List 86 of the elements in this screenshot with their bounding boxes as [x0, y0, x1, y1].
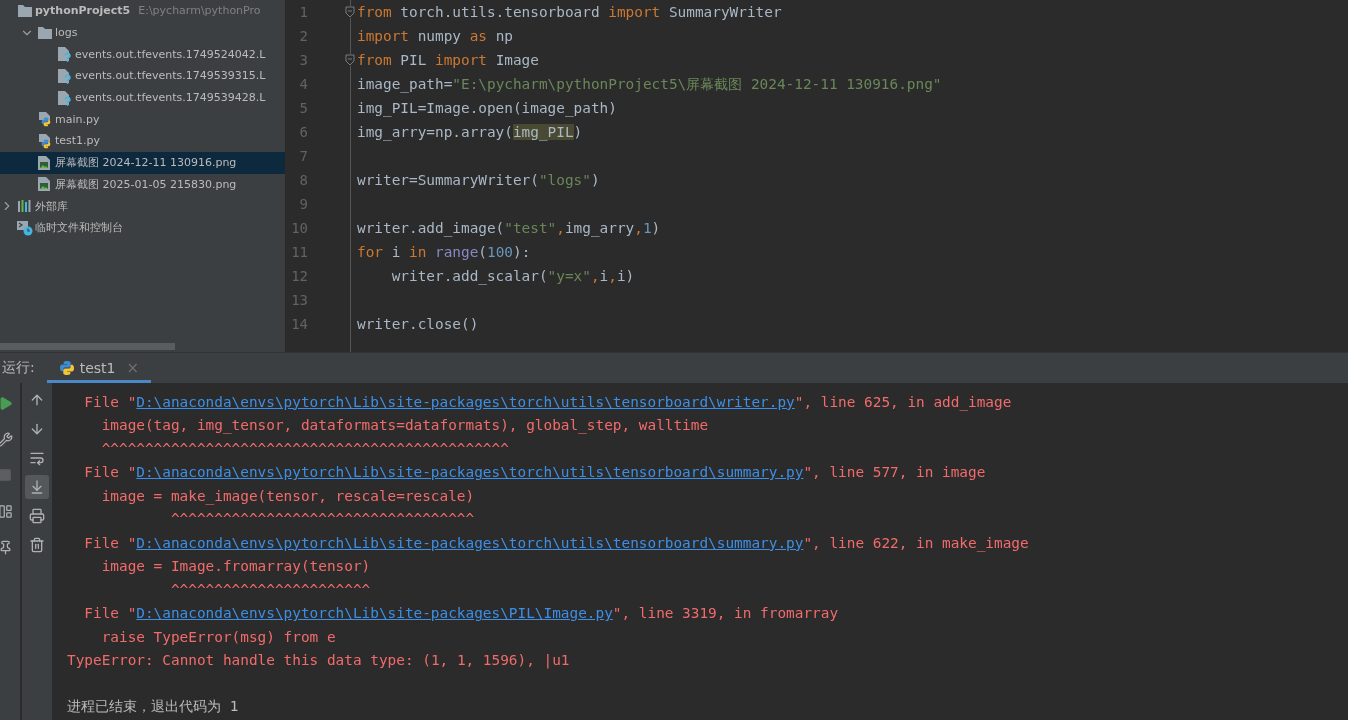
traceback-code: raise TypeError(msg) from e — [101, 628, 336, 645]
traceback-code: image = make_image(tensor, rescale=rescale) — [101, 487, 475, 504]
line-number: 10 — [290, 220, 308, 236]
traceback-text: File " — [84, 464, 137, 481]
tree-item[interactable]: test1.py — [0, 130, 285, 152]
code-line: writer.add_scalar("y=x",i,i) — [390, 268, 635, 284]
project-path: E:\pycharm\pythonPro — [138, 4, 261, 18]
traceback-code: image = Image.fromarray(tensor) — [101, 558, 371, 575]
traceback-text: File " — [84, 534, 137, 551]
arrow-down-icon — [29, 421, 45, 437]
print-icon — [29, 508, 45, 524]
traceback-text: File " — [84, 605, 137, 622]
code-line: import numpy as np — [357, 28, 513, 44]
line-number: 12 — [290, 268, 308, 284]
fold-icon[interactable] — [345, 54, 355, 66]
code-line: from torch.utils.tensorboard import SummaryWriter — [357, 4, 782, 20]
run-panel-label: 运行: — [2, 358, 35, 377]
tree-item[interactable]: 外部库 — [0, 195, 285, 217]
scroll-to-end-icon — [29, 479, 45, 495]
line-number: 8 — [298, 172, 308, 188]
pin-icon — [0, 539, 13, 555]
unknown-file-icon — [57, 46, 72, 63]
file-link[interactable]: D:\anaconda\envs\pytorch\Lib\site-packages\PIL\Image.py — [136, 605, 613, 622]
traceback-code: image(tag, img_tensor, dataformats=dataformats), global_step, walltime — [101, 417, 709, 434]
run-icon — [0, 395, 13, 411]
unknown-file-icon — [57, 67, 72, 84]
scratch-console-icon — [17, 219, 33, 236]
tree-item[interactable]: events.out.tfevents.1749524042.L — [0, 43, 285, 66]
image-file-icon — [37, 176, 51, 193]
file-link[interactable]: D:\anaconda\envs\pytorch\Lib\site-packages\torch\utils\tensorboard\writer.py — [136, 393, 795, 410]
python-icon — [58, 360, 75, 376]
layout-icon — [0, 503, 13, 519]
trash-icon — [29, 537, 45, 553]
soft-wrap-icon — [29, 450, 45, 466]
code-line: writer.close() — [357, 316, 479, 332]
traceback-code: ^^^^^^^^^^^^^^^^^^^^^^^^^^^^^^^^^^^ — [170, 511, 475, 528]
line-number: 11 — [290, 244, 308, 260]
line-number: 5 — [298, 100, 308, 116]
code-line: img_PIL=Image.open(image_path) — [357, 100, 617, 116]
tree-item[interactable]: 屏幕截图 2024-12-11 130916.png — [0, 151, 285, 174]
python-file-icon — [37, 111, 53, 128]
traceback-text: ", line 625, in add_image — [794, 393, 1012, 410]
line-number: 6 — [298, 124, 308, 140]
tree-item[interactable]: events.out.tfevents.1749539428.L — [0, 86, 285, 109]
line-number: 4 — [298, 76, 308, 92]
traceback-code: ^^^^^^^^^^^^^^^^^^^^^^^ — [170, 581, 371, 598]
file-link[interactable]: D:\anaconda\envs\pytorch\Lib\site-packages\torch\utils\tensorboard\summary.py — [136, 464, 804, 481]
line-number: 13 — [290, 292, 308, 308]
line-number: 2 — [298, 28, 308, 44]
arrow-up-icon — [29, 392, 45, 408]
tree-item[interactable]: 临时文件和控制台 — [0, 216, 285, 239]
traceback-code: ^^^^^^^^^^^^^^^^^^^^^^^^^^^^^^^^^^^^^^^^^^^^^^^ — [101, 440, 509, 457]
traceback-text: ", line 577, in image — [803, 464, 986, 481]
code-line: writer.add_image("test",img_arry,1) — [357, 220, 661, 236]
code-line: img_arry=np.array(img_PIL) — [357, 124, 583, 140]
stop-icon — [0, 468, 12, 482]
line-number: 3 — [298, 52, 308, 68]
code-line: for i in range(100): — [357, 244, 531, 260]
traceback-text: File " — [84, 393, 137, 410]
line-number: 7 — [298, 148, 308, 164]
folder-icon — [37, 25, 53, 40]
folder-icon — [17, 3, 33, 18]
unknown-file-icon — [57, 89, 72, 106]
code-line: writer=SummaryWriter("logs") — [357, 172, 600, 188]
tree-item[interactable]: 屏幕截图 2025-01-05 215830.png — [0, 173, 285, 196]
file-link[interactable]: D:\anaconda\envs\pytorch\Lib\site-packages\torch\utils\tensorboard\summary.py — [136, 534, 804, 551]
traceback-text: ", line 3319, in fromarray — [612, 605, 839, 622]
line-number: 14 — [290, 316, 308, 332]
python-file-icon — [37, 132, 53, 149]
image-file-icon — [37, 154, 51, 171]
fold-icon[interactable] — [345, 6, 355, 18]
tree-item[interactable]: events.out.tfevents.1749539315.L — [0, 65, 285, 87]
line-number: 9 — [298, 196, 308, 212]
wrench-icon — [0, 431, 13, 447]
tree-item[interactable]: logs — [0, 21, 285, 44]
exit-message: 进程已结束，退出代码为 1 — [67, 696, 239, 716]
code-line: image_path="E:\pycharm\pythonProject5\屏幕截图 2024-12-11 130916.png" — [357, 74, 942, 94]
traceback-text: ", line 622, in make_image — [803, 534, 1029, 551]
library-icon — [17, 199, 33, 214]
error-message: TypeError: Cannot handle this data type: (1, 1, 1596), |u1 — [67, 652, 570, 669]
line-number: 1 — [298, 4, 308, 20]
scrollbar-thumb[interactable] — [0, 343, 175, 350]
code-line: from PIL import Image — [357, 52, 539, 68]
tree-item[interactable]: pythonProject5 E:\pycharm\pythonPro — [0, 0, 285, 22]
tree-item[interactable]: main.py — [0, 108, 285, 131]
scroll-end-button[interactable] — [25, 475, 49, 499]
